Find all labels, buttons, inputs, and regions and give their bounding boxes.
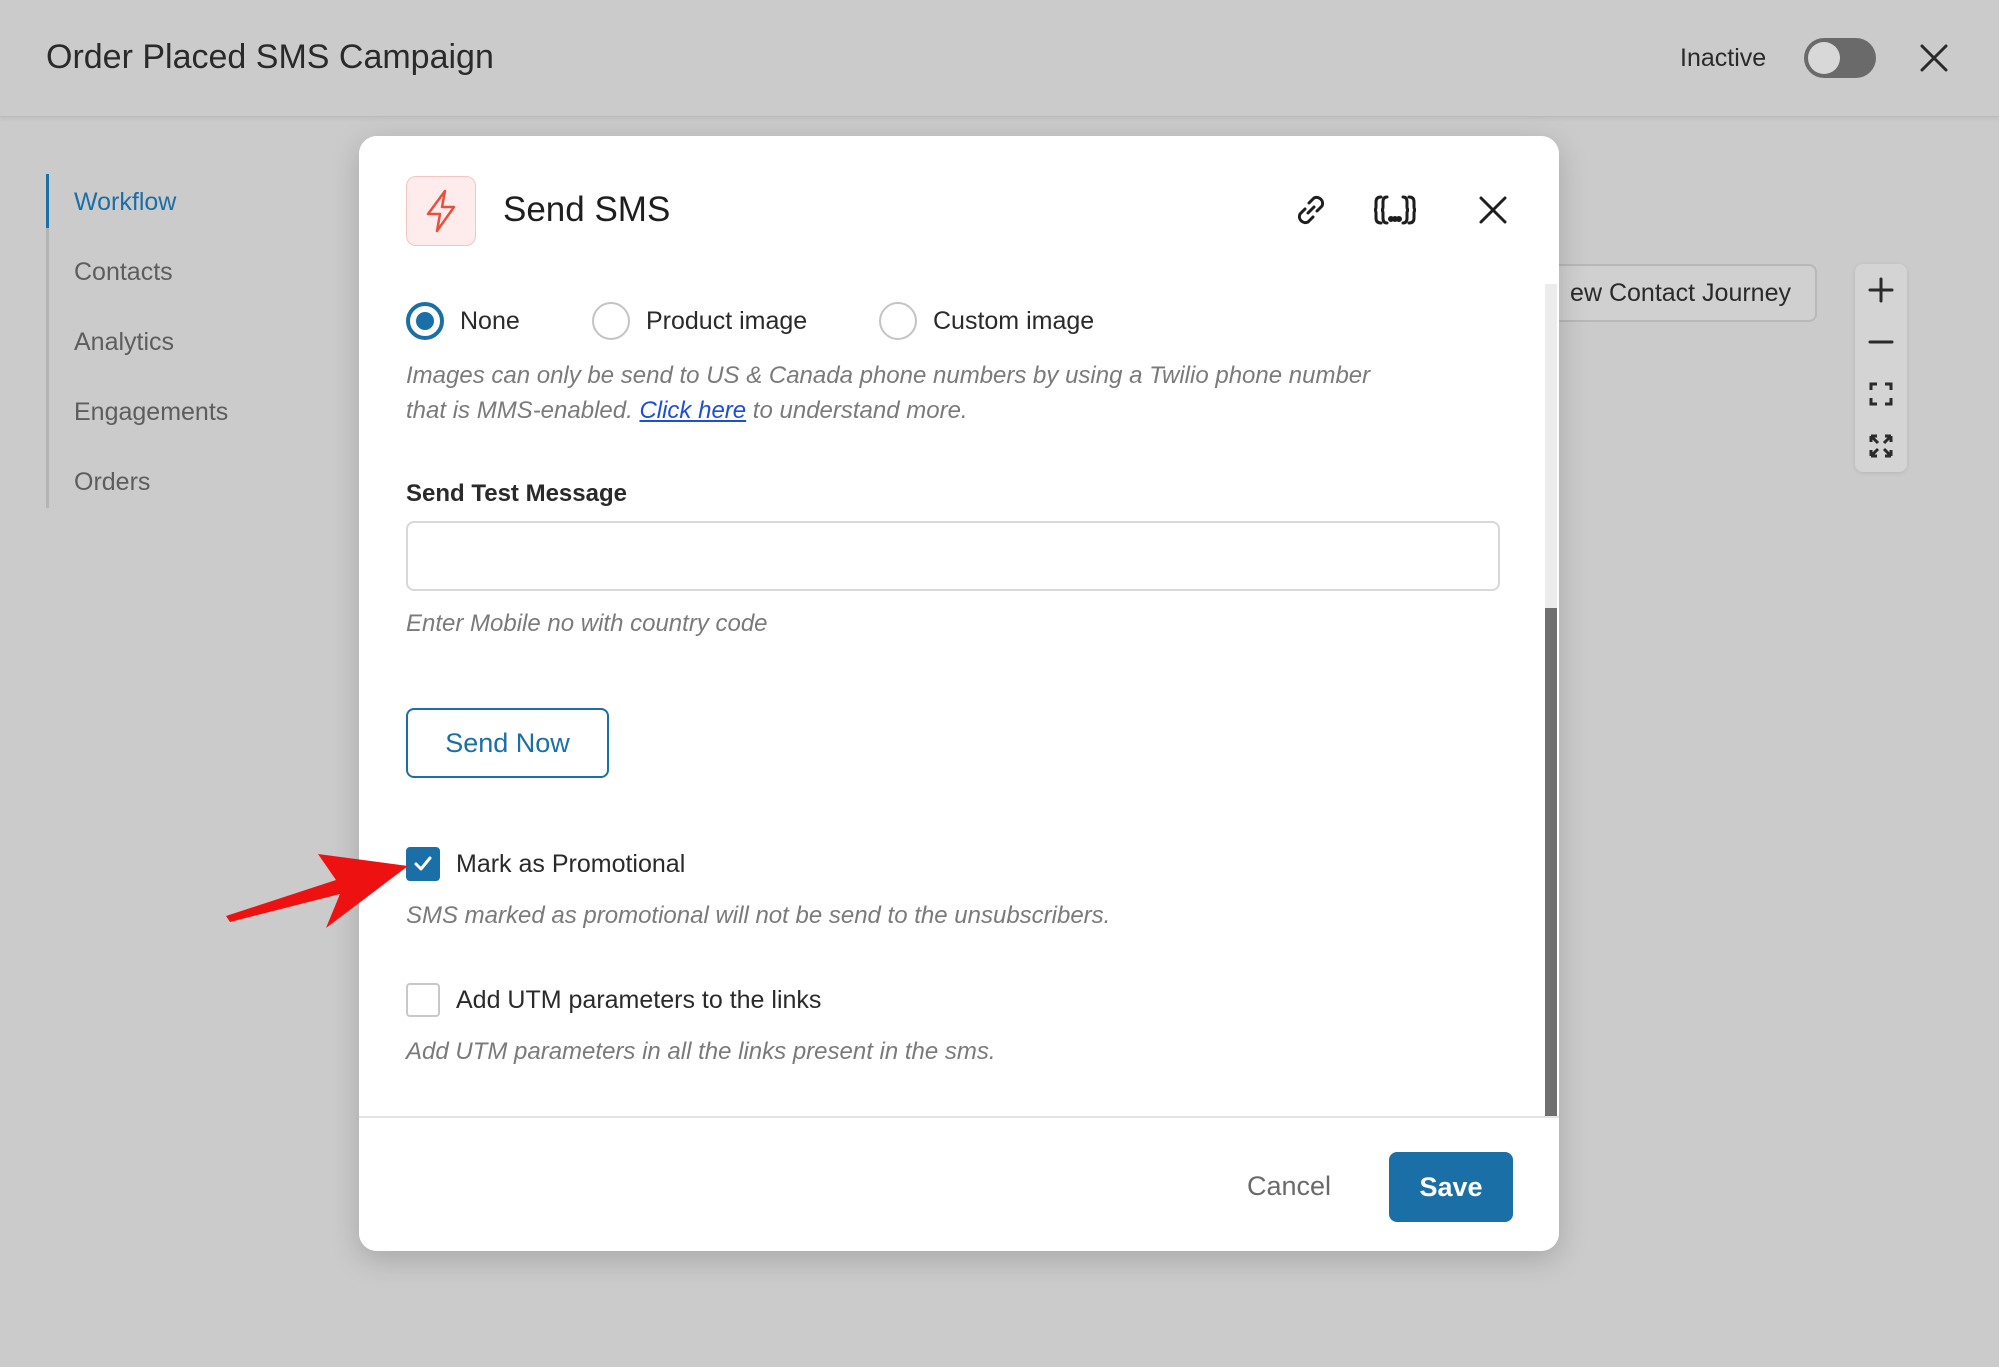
page-title: Order Placed SMS Campaign (46, 38, 494, 76)
side-nav: Workflow Contacts Analytics Engagements … (46, 174, 306, 508)
image-help-after: to understand more. (746, 397, 968, 424)
send-now-button[interactable]: Send Now (406, 708, 609, 778)
status-label: Inactive (1680, 44, 1767, 72)
image-help-before: that is MMS-enabled. (406, 397, 640, 424)
cancel-label: Cancel (1246, 1170, 1332, 1201)
contact-journey-label: ew Contact Journey (1570, 278, 1791, 307)
promotional-row[interactable]: Mark as Promotional (406, 846, 685, 882)
radio-label: None (460, 306, 520, 335)
lightning-icon (406, 176, 476, 246)
test-message-help: Enter Mobile no with country code (406, 610, 768, 637)
test-message-label: Send Test Message (406, 480, 627, 507)
nav-item-workflow[interactable]: Workflow (74, 188, 176, 217)
zoom-panel (1855, 264, 1907, 472)
image-help-line2: that is MMS-enabled. Click here to under… (406, 393, 1370, 428)
modal-header: Send SMS (359, 136, 1559, 284)
image-help-line1: Images can only be send to US & Canada p… (406, 362, 1371, 389)
plus-icon[interactable] (1855, 264, 1907, 316)
radio-circle (592, 302, 630, 340)
nav-active-indicator (46, 174, 49, 228)
annotation-arrow-icon (226, 854, 408, 928)
promotional-help: SMS marked as promotional will not be se… (406, 902, 1111, 929)
radio-custom-image[interactable]: Custom image (879, 302, 1094, 340)
send-now-label: Send Now (445, 727, 570, 758)
toggle-knob (1808, 42, 1840, 74)
radio-label: Product image (646, 306, 808, 335)
nav-item-contacts[interactable]: Contacts (74, 258, 173, 287)
utm-help: Add UTM parameters in all the links pres… (406, 1038, 996, 1065)
minus-icon[interactable] (1855, 316, 1907, 368)
utm-label: Add UTM parameters to the links (456, 985, 822, 1014)
nav-item-orders[interactable]: Orders (74, 468, 150, 497)
modal-footer: Cancel Save (359, 1116, 1559, 1251)
merge-tags-icon[interactable] (1371, 186, 1419, 234)
utm-checkbox[interactable] (406, 983, 440, 1017)
image-help-text: Images can only be send to US & Canada p… (406, 358, 1370, 428)
radio-none[interactable]: None (406, 302, 520, 340)
save-button[interactable]: Save (1389, 1152, 1513, 1222)
radio-product-image[interactable]: Product image (592, 302, 807, 340)
app-header: Order Placed SMS Campaign Inactive (0, 0, 1999, 117)
link-icon[interactable] (1287, 186, 1335, 234)
utm-row[interactable]: Add UTM parameters to the links (406, 982, 821, 1018)
test-mobile-input[interactable] (406, 521, 1500, 591)
save-label: Save (1419, 1171, 1483, 1202)
promotional-label: Mark as Promotional (456, 849, 686, 878)
close-icon[interactable] (1914, 38, 1954, 78)
active-toggle[interactable] (1804, 38, 1876, 78)
send-sms-modal: Send SMS None Product image Custom image… (359, 136, 1559, 1251)
click-here-link[interactable]: Click here (639, 397, 746, 424)
modal-title: Send SMS (503, 190, 671, 229)
modal-close-icon[interactable] (1469, 186, 1517, 234)
cancel-button[interactable]: Cancel (1229, 1152, 1349, 1220)
fit-screen-icon[interactable] (1855, 368, 1907, 420)
radio-label: Custom image (933, 306, 1095, 335)
modal-scrollbar-thumb[interactable] (1545, 608, 1557, 1116)
radio-circle (406, 302, 444, 340)
nav-item-analytics[interactable]: Analytics (74, 328, 174, 357)
radio-circle (879, 302, 917, 340)
nav-item-engagements[interactable]: Engagements (74, 398, 228, 427)
fullscreen-icon[interactable] (1855, 420, 1907, 472)
